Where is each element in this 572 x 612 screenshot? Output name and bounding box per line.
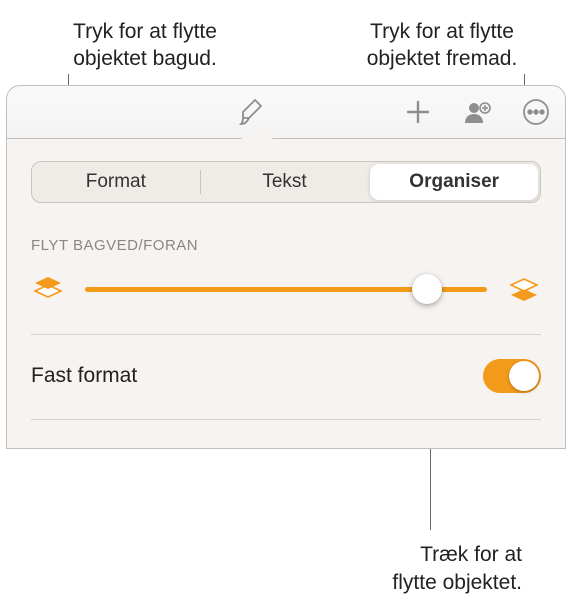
toggle-knob xyxy=(509,361,539,391)
callout-text-2a: Tryk for at flytte xyxy=(370,20,514,43)
tab-label: Format xyxy=(86,171,146,193)
layer-order-slider[interactable] xyxy=(85,274,487,304)
format-brush-icon[interactable] xyxy=(235,96,267,128)
callout-text-3b: flytte objektet. xyxy=(392,571,522,594)
more-icon[interactable] xyxy=(521,97,551,127)
tab-format[interactable]: Format xyxy=(32,162,200,202)
format-popover: Format Tekst Organiser FLYT BAGVED/FORAN xyxy=(6,139,566,449)
app-panel: Format Tekst Organiser FLYT BAGVED/FORAN xyxy=(6,85,566,449)
tab-label: Tekst xyxy=(262,171,306,193)
callout-move-backward: Tryk for at flytte objektet bagud. xyxy=(35,18,255,73)
tab-label: Organiser xyxy=(409,171,499,193)
slider-thumb[interactable] xyxy=(412,274,442,304)
layer-order-control xyxy=(31,274,541,304)
callout-text-1b: objektet bagud. xyxy=(73,47,217,70)
tab-organise[interactable]: Organiser xyxy=(370,164,538,200)
fixed-format-toggle[interactable] xyxy=(483,359,541,393)
move-forward-button[interactable] xyxy=(507,275,541,303)
section-header-move-back-front: FLYT BAGVED/FORAN xyxy=(31,237,541,254)
move-backward-button[interactable] xyxy=(31,275,65,303)
callout-text-3a: Træk for at xyxy=(420,543,522,566)
callout-text-1a: Tryk for at flytte xyxy=(73,20,217,43)
segmented-control: Format Tekst Organiser xyxy=(31,161,541,203)
divider xyxy=(31,419,541,420)
toolbar xyxy=(6,85,566,139)
tab-text[interactable]: Tekst xyxy=(201,162,369,202)
collaborate-icon[interactable] xyxy=(461,96,493,128)
divider xyxy=(31,334,541,335)
callout-move-forward: Tryk for at flytte objektet fremad. xyxy=(332,18,552,73)
callout-drag-slider: Træk for at flytte objektet. xyxy=(392,541,522,596)
add-icon[interactable] xyxy=(403,97,433,127)
toggle-label: Fast format xyxy=(31,364,137,388)
callout-text-2b: objektet fremad. xyxy=(367,47,518,70)
fixed-format-row: Fast format xyxy=(31,359,541,393)
